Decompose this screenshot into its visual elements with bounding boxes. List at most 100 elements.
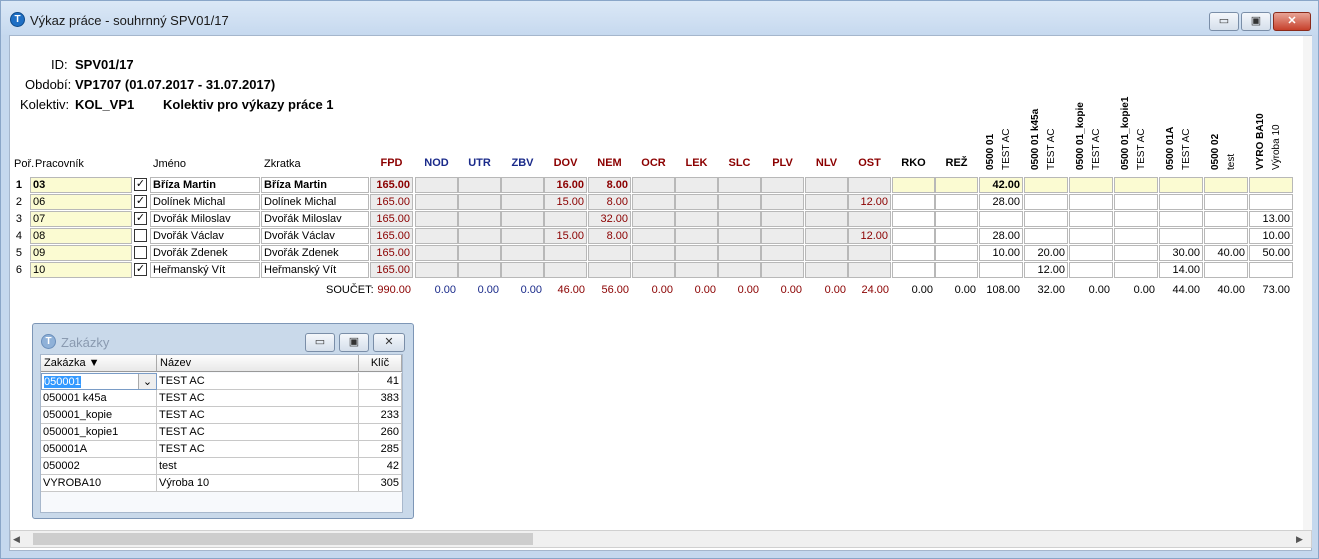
code-cell[interactable] [892, 177, 935, 193]
code-cell[interactable] [848, 177, 891, 193]
order-cell[interactable] [1024, 194, 1068, 210]
order-cell[interactable]: 42.00 [979, 177, 1023, 193]
code-cell[interactable] [632, 228, 675, 244]
worker-id-field[interactable]: 08 [30, 228, 132, 244]
code-cell[interactable] [458, 194, 501, 210]
code-cell[interactable] [632, 245, 675, 261]
code-cell[interactable] [718, 262, 761, 278]
order-cell[interactable] [1204, 262, 1248, 278]
zakazka-code-selected[interactable]: 050001 [44, 376, 81, 388]
order-cell[interactable] [1114, 211, 1158, 227]
code-cell[interactable] [675, 245, 718, 261]
code-cell[interactable] [458, 228, 501, 244]
code-cell[interactable] [458, 245, 501, 261]
order-cell[interactable] [1159, 194, 1203, 210]
order-cell[interactable] [1249, 194, 1293, 210]
code-cell[interactable] [805, 245, 848, 261]
order-cell[interactable]: 40.00 [1204, 245, 1248, 261]
order-cell[interactable] [1069, 262, 1113, 278]
order-cell[interactable] [1024, 177, 1068, 193]
order-cell[interactable]: 12.00 [1024, 262, 1068, 278]
vertical-scrollbar[interactable] [1303, 36, 1312, 546]
order-cell[interactable] [1204, 211, 1248, 227]
zakazka-key[interactable]: 41 [359, 373, 402, 390]
order-cell[interactable]: 20.00 [1024, 245, 1068, 261]
code-cell[interactable] [935, 228, 978, 244]
zakazky-header[interactable]: Název [157, 355, 359, 372]
code-cell[interactable] [718, 228, 761, 244]
code-cell[interactable] [892, 194, 935, 210]
code-cell[interactable]: 165.00 [370, 211, 413, 227]
worker-checkbox[interactable]: ✓ [134, 178, 147, 191]
zakazka-key[interactable]: 383 [359, 390, 402, 407]
order-cell[interactable]: 28.00 [979, 194, 1023, 210]
order-cell[interactable]: 10.00 [979, 245, 1023, 261]
order-cell[interactable] [1114, 228, 1158, 244]
code-cell[interactable] [675, 194, 718, 210]
order-cell[interactable] [1249, 262, 1293, 278]
code-cell[interactable] [761, 194, 804, 210]
zakazky-close-button[interactable]: ✕ [373, 333, 405, 352]
zakazka-name[interactable]: test [157, 458, 359, 475]
code-cell[interactable] [848, 262, 891, 278]
code-cell[interactable] [892, 262, 935, 278]
zakazky-header[interactable]: Zakázka ▼ [41, 355, 157, 372]
maximize-button[interactable]: ▣ [1241, 12, 1271, 31]
worker-id-field[interactable]: 09 [30, 245, 132, 261]
code-cell[interactable] [935, 245, 978, 261]
code-cell[interactable] [718, 245, 761, 261]
zakazka-name[interactable]: Výroba 10 [157, 475, 359, 492]
order-cell[interactable] [1069, 177, 1113, 193]
code-cell[interactable] [544, 211, 587, 227]
title-bar[interactable]: T Výkaz práce - souhrnný SPV01/17 ▭ ▣ ✕ [1, 1, 1318, 35]
code-cell[interactable] [458, 177, 501, 193]
zakazky-header[interactable]: Klíč [359, 355, 402, 372]
code-cell[interactable] [458, 211, 501, 227]
code-cell[interactable] [935, 262, 978, 278]
code-cell[interactable] [415, 194, 458, 210]
code-cell[interactable] [892, 211, 935, 227]
zakazka-name[interactable]: TEST AC [157, 407, 359, 424]
order-cell[interactable] [1114, 194, 1158, 210]
code-cell[interactable] [415, 211, 458, 227]
zakazka-key[interactable]: 260 [359, 424, 402, 441]
code-cell[interactable] [501, 245, 544, 261]
code-cell[interactable] [892, 228, 935, 244]
code-cell[interactable] [415, 177, 458, 193]
order-cell[interactable] [1249, 177, 1293, 193]
code-cell[interactable] [718, 177, 761, 193]
zakazka-code[interactable]: 050001_kopie1 [41, 424, 157, 441]
order-cell[interactable] [1114, 245, 1158, 261]
zakazka-key[interactable]: 233 [359, 407, 402, 424]
code-cell[interactable] [501, 228, 544, 244]
code-cell[interactable] [501, 177, 544, 193]
worker-id-field[interactable]: 07 [30, 211, 132, 227]
code-cell[interactable] [632, 262, 675, 278]
order-cell[interactable] [1114, 262, 1158, 278]
order-cell[interactable] [1114, 177, 1158, 193]
close-button[interactable]: ✕ [1273, 12, 1311, 31]
zakazka-key[interactable]: 285 [359, 441, 402, 458]
code-cell[interactable] [588, 245, 631, 261]
zakazka-code[interactable]: 050001_kopie [41, 407, 157, 424]
worker-checkbox[interactable]: ✓ [134, 212, 147, 225]
code-cell[interactable]: 15.00 [544, 194, 587, 210]
code-cell[interactable] [675, 177, 718, 193]
code-cell[interactable] [501, 262, 544, 278]
order-cell[interactable] [1024, 228, 1068, 244]
zakazka-name[interactable]: TEST AC [157, 390, 359, 407]
order-cell[interactable]: 13.00 [1249, 211, 1293, 227]
zakazka-key[interactable]: 305 [359, 475, 402, 492]
code-cell[interactable] [718, 194, 761, 210]
zakazka-code[interactable]: 050001A [41, 441, 157, 458]
code-cell[interactable]: 16.00 [544, 177, 587, 193]
code-cell[interactable]: 12.00 [848, 228, 891, 244]
code-cell[interactable] [761, 177, 804, 193]
code-cell[interactable] [805, 262, 848, 278]
order-cell[interactable] [979, 262, 1023, 278]
code-cell[interactable] [935, 194, 978, 210]
code-cell[interactable] [544, 262, 587, 278]
code-cell[interactable]: 165.00 [370, 245, 413, 261]
order-cell[interactable] [979, 211, 1023, 227]
code-cell[interactable]: 8.00 [588, 228, 631, 244]
